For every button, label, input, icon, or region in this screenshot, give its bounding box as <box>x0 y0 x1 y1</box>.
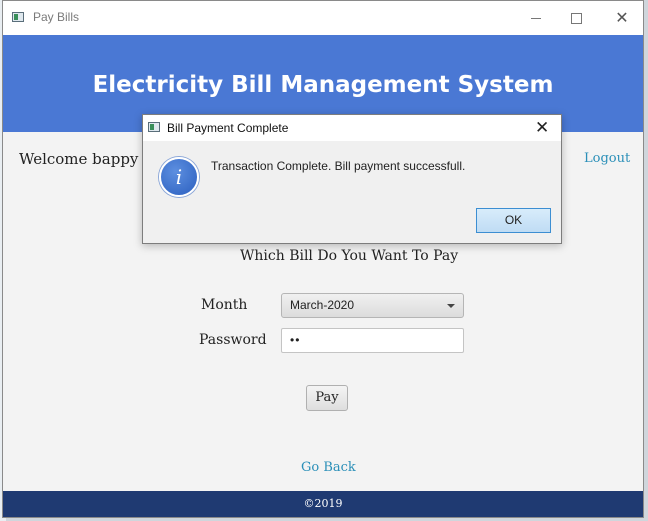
dialog-title: Bill Payment Complete <box>167 121 289 135</box>
month-select-value: March-2020 <box>290 298 355 312</box>
window-title: Pay Bills <box>33 10 80 24</box>
pay-bills-window: Pay Bills ✕ Electricity Bill Management … <box>2 0 644 518</box>
maximize-button[interactable] <box>553 1 599 35</box>
app-icon <box>12 12 24 22</box>
dialog-message: Transaction Complete. Bill payment succe… <box>211 159 466 173</box>
app-title: Electricity Bill Management System <box>92 71 554 98</box>
logout-link[interactable]: Logout <box>584 151 630 166</box>
go-back-link[interactable]: Go Back <box>301 460 356 475</box>
ok-button[interactable]: OK <box>476 208 551 233</box>
window-titlebar: Pay Bills ✕ <box>3 1 643 35</box>
info-icon: i <box>159 157 199 197</box>
footer: ©2019 <box>3 491 643 517</box>
welcome-text: Welcome bappy <box>19 150 139 168</box>
maximize-icon <box>570 12 582 24</box>
password-field[interactable]: •• <box>281 328 464 353</box>
month-select[interactable]: March-2020 <box>281 293 464 318</box>
copyright-text: ©2019 <box>303 497 343 510</box>
bill-question: Which Bill Do You Want To Pay <box>240 248 459 264</box>
chevron-down-icon <box>447 304 455 308</box>
password-label: Password <box>199 332 267 348</box>
close-button[interactable]: ✕ <box>599 1 645 35</box>
dialog-app-icon <box>148 122 160 132</box>
payment-complete-dialog: Bill Payment Complete ✕ i Transaction Co… <box>142 114 562 244</box>
dialog-titlebar: Bill Payment Complete ✕ <box>143 115 561 141</box>
dialog-close-icon[interactable]: ✕ <box>535 118 549 138</box>
minimize-icon <box>531 17 541 19</box>
month-label: Month <box>201 297 248 313</box>
pay-button[interactable]: Pay <box>306 385 348 411</box>
close-icon: ✕ <box>615 10 629 27</box>
